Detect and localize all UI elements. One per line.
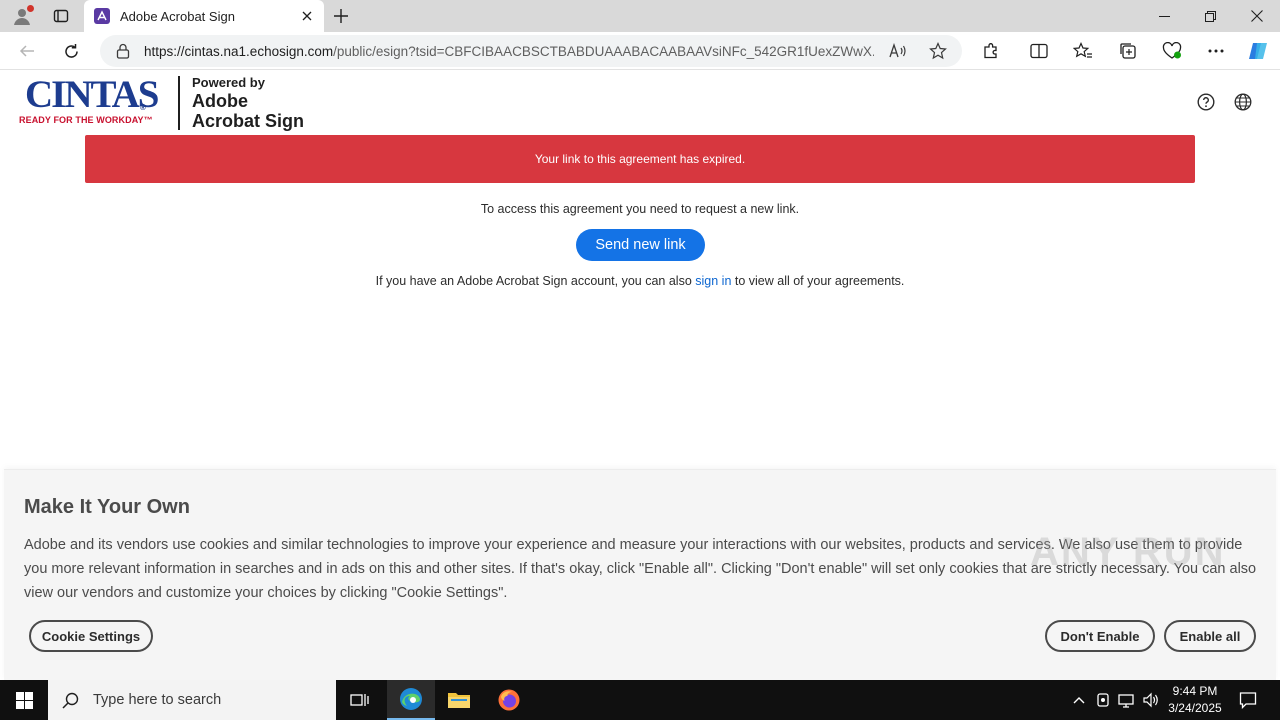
search-icon xyxy=(62,692,79,709)
network-icon xyxy=(1118,694,1134,708)
help-icon xyxy=(1197,93,1215,111)
profile-notification-dot xyxy=(27,5,34,12)
task-view-icon xyxy=(350,694,369,706)
more-dots-icon xyxy=(1208,49,1224,53)
access-message: To access this agreement you need to req… xyxy=(480,202,800,216)
heart-pulse-icon xyxy=(1162,42,1182,59)
favorite-star-icon[interactable] xyxy=(926,39,950,63)
collections-button[interactable] xyxy=(1113,36,1143,66)
send-new-link-button[interactable]: Send new link xyxy=(576,229,705,261)
start-button[interactable] xyxy=(0,680,48,720)
tray-app-icon xyxy=(1097,693,1109,707)
error-banner: Your link to this agreement has expired. xyxy=(85,135,1195,183)
dont-enable-button[interactable]: Don't Enable xyxy=(1045,620,1155,652)
cintas-logo-word: CINTAS xyxy=(25,73,159,116)
network-button[interactable] xyxy=(1117,690,1137,710)
signin-message: If you have an Adobe Acrobat Sign accoun… xyxy=(4,274,1276,288)
enable-all-button[interactable]: Enable all xyxy=(1164,620,1256,652)
settings-more-button[interactable] xyxy=(1201,36,1231,66)
browser-toolbar: https://cintas.na1.echosign.com/public/e… xyxy=(0,32,1280,70)
split-screen-button[interactable] xyxy=(1024,36,1054,66)
globe-icon xyxy=(1234,93,1252,111)
clock-date: 3/24/2025 xyxy=(1168,701,1222,715)
url-path: /public/esign?tsid=CBFCIBAACBSCTBABDUAAA… xyxy=(333,43,874,59)
cintas-logo-tagline: READY FOR THE WORKDAY™ xyxy=(19,115,153,125)
refresh-button[interactable] xyxy=(56,36,86,66)
windows-logo-icon xyxy=(15,691,33,709)
tab-close-icon[interactable] xyxy=(294,3,320,29)
product-name-line1: Adobe xyxy=(192,91,248,111)
favorites-icon xyxy=(1073,42,1092,58)
refresh-icon xyxy=(64,43,78,58)
favorites-button[interactable] xyxy=(1068,36,1098,66)
windows-taskbar: Type here to search 9:44 PM 3/24/2025 xyxy=(0,680,1280,720)
cintas-logo-registered: ® xyxy=(140,103,146,112)
firefox-icon xyxy=(498,689,520,711)
split-screen-icon xyxy=(1030,43,1048,59)
show-hidden-icons-button[interactable] xyxy=(1069,690,1089,710)
acrobat-favicon-icon xyxy=(94,8,110,24)
restore-button[interactable] xyxy=(1187,0,1233,32)
extensions-button[interactable] xyxy=(976,36,1006,66)
taskbar-file-explorer-button[interactable] xyxy=(435,680,483,720)
notifications-button[interactable] xyxy=(1238,690,1258,710)
collections-icon xyxy=(1120,43,1136,59)
help-button[interactable] xyxy=(1195,91,1217,113)
copilot-button[interactable] xyxy=(1243,36,1273,66)
url-host: https://cintas.na1.echosign.com xyxy=(144,43,334,59)
browser-tab-strip: Adobe Acrobat Sign xyxy=(0,0,1280,32)
cintas-logo: CINTAS ® READY FOR THE WORKDAY™ xyxy=(19,73,169,127)
copilot-icon xyxy=(1249,43,1267,59)
task-view-button[interactable] xyxy=(336,680,384,720)
puzzle-icon xyxy=(984,43,997,59)
tab-title: Adobe Acrobat Sign xyxy=(120,8,235,24)
close-icon xyxy=(1251,10,1263,22)
edge-icon xyxy=(400,688,422,710)
browser-essentials-button[interactable] xyxy=(1157,36,1187,66)
cookie-title: Make It Your Own xyxy=(24,496,190,518)
tab-actions-icon xyxy=(53,9,69,23)
logo-divider xyxy=(178,76,180,130)
page-content: CINTAS ® READY FOR THE WORKDAY™ Powered … xyxy=(4,71,1276,680)
sign-in-link[interactable]: sign in xyxy=(695,274,731,288)
speaker-icon xyxy=(1143,692,1158,708)
minimize-button[interactable] xyxy=(1141,0,1187,32)
tab-actions-button[interactable] xyxy=(48,4,74,28)
new-tab-button[interactable] xyxy=(328,3,354,29)
chevron-up-icon xyxy=(1073,697,1085,704)
powered-by-block: Powered by Adobe Acrobat Sign xyxy=(192,75,304,131)
address-bar[interactable]: https://cintas.na1.echosign.com/public/e… xyxy=(100,35,962,67)
error-message: Your link to this agreement has expired. xyxy=(534,152,746,166)
url-text[interactable]: https://cintas.na1.echosign.com/public/e… xyxy=(144,44,874,59)
plus-icon xyxy=(334,9,348,23)
volume-button[interactable] xyxy=(1141,690,1161,710)
restore-icon xyxy=(1204,10,1216,22)
product-name-line2: Acrobat Sign xyxy=(192,111,305,131)
taskbar-clock[interactable]: 9:44 PM 3/24/2025 xyxy=(1163,683,1227,717)
notification-icon xyxy=(1239,692,1257,709)
search-placeholder: Type here to search xyxy=(93,692,222,708)
back-arrow-icon xyxy=(19,45,34,57)
language-button[interactable] xyxy=(1232,91,1254,113)
cookie-body-text: Adobe and its vendors use cookies and si… xyxy=(24,537,1257,601)
clock-time: 9:44 PM xyxy=(1172,684,1218,698)
cookie-consent-banner: Make It Your Own Adobe and its vendors u… xyxy=(4,469,1276,680)
site-header: CINTAS ® READY FOR THE WORKDAY™ Powered … xyxy=(4,71,1276,133)
cookie-settings-button[interactable]: Cookie Settings xyxy=(29,620,153,652)
signin-prefix: If you have an Adobe Acrobat Sign accoun… xyxy=(375,274,696,288)
read-aloud-icon[interactable] xyxy=(886,39,910,63)
profile-button[interactable] xyxy=(8,4,36,28)
taskbar-firefox-button[interactable] xyxy=(485,680,533,720)
powered-by-text: Powered by xyxy=(192,75,265,90)
close-window-button[interactable] xyxy=(1234,0,1280,32)
lock-icon xyxy=(116,43,130,59)
back-button[interactable] xyxy=(12,36,42,66)
folder-icon xyxy=(448,693,470,708)
tab-adobe-acrobat-sign[interactable]: Adobe Acrobat Sign xyxy=(84,0,324,32)
signin-suffix: to view all of your agreements. xyxy=(731,274,905,288)
tray-app-button[interactable] xyxy=(1093,690,1113,710)
taskbar-edge-button[interactable] xyxy=(387,680,435,720)
minimize-icon xyxy=(1158,15,1170,17)
taskbar-search-box[interactable]: Type here to search xyxy=(48,680,336,720)
